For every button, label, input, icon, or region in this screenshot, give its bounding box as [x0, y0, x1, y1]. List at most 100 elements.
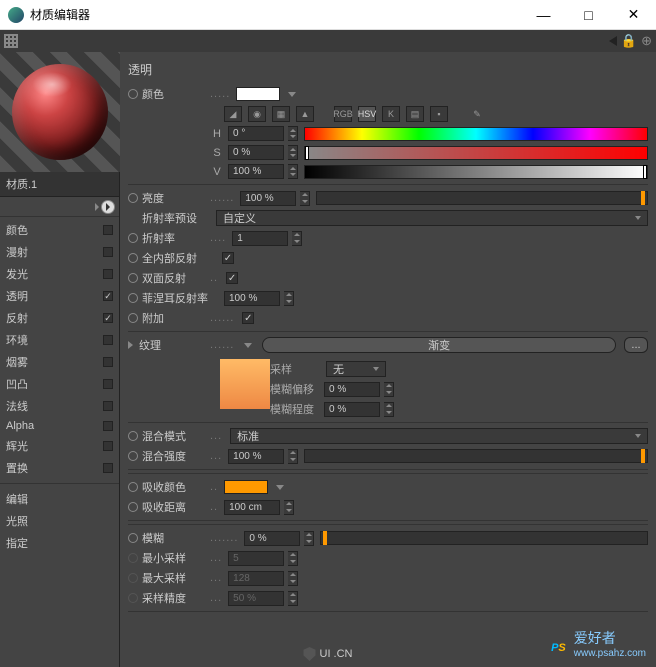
additive-checkbox[interactable] [242, 312, 254, 324]
absorb-color-dropdown-icon[interactable] [276, 485, 284, 490]
channel-fog[interactable]: 烟雾 [0, 351, 119, 373]
channel-diffuse[interactable]: 漫射 [0, 241, 119, 263]
picker-icon[interactable]: ◢ [224, 106, 242, 122]
hsv-button[interactable]: HSV [358, 106, 376, 122]
sample-acc-spinner [288, 591, 298, 606]
absorb-color-swatch[interactable] [224, 480, 268, 494]
k-button[interactable]: K [382, 106, 400, 122]
double-sided-label: 双面反射 [128, 270, 206, 286]
refraction-preset-dropdown[interactable]: 自定义 [216, 210, 648, 226]
spectrum-icon[interactable]: ▦ [272, 106, 290, 122]
val-spinner[interactable] [288, 164, 298, 179]
blur-input[interactable]: 0 % [244, 531, 300, 546]
properties-panel: 透明 颜色 ..... ◢ ◉ ▦ ▲ RGB HSV K ▤ ▪ ✎ [120, 52, 656, 667]
max-samples-input: 128 [228, 571, 284, 586]
hue-spinner[interactable] [288, 126, 298, 141]
absorb-dist-spinner[interactable] [284, 500, 294, 515]
material-preview[interactable] [0, 52, 120, 172]
blend-strength-input[interactable]: 100 % [228, 449, 284, 464]
brightness-slider[interactable] [316, 191, 648, 205]
total-internal-label: 全内部反射 [128, 250, 216, 266]
nav-arrow-icon[interactable] [95, 203, 99, 211]
channel-alpha[interactable]: Alpha [0, 417, 119, 435]
add-icon[interactable]: ⊕ [641, 33, 652, 49]
sat-input[interactable]: 0 % [228, 145, 284, 160]
brightness-input[interactable]: 100 % [240, 191, 296, 206]
material-name[interactable]: 材质.1 [0, 172, 119, 197]
swatches-icon[interactable]: ▪ [430, 106, 448, 122]
refraction-input[interactable]: 1 [232, 231, 288, 246]
nav-target-icon[interactable] [101, 200, 115, 214]
blur-scale-input[interactable]: 0 % [324, 402, 380, 417]
channel-illumination[interactable]: 光照 [0, 510, 119, 532]
blur-spinner[interactable] [304, 531, 314, 546]
sidebar: 材质.1 颜色 漫射 发光 透明 反射 环境 烟雾 凹凸 法线 Alpha 辉光… [0, 52, 120, 667]
refraction-label: 折射率 [128, 230, 206, 246]
watermark: PS 爱好者 www.psahz.com [551, 628, 646, 659]
sampling-dropdown[interactable]: 无 [326, 361, 386, 377]
wheel-icon[interactable]: ◉ [248, 106, 266, 122]
channel-bump[interactable]: 凹凸 [0, 373, 119, 395]
sampling-label: 采样 [270, 361, 320, 377]
texture-dropdown-icon[interactable] [244, 343, 252, 348]
blend-strength-slider[interactable] [304, 449, 648, 463]
shield-icon [304, 647, 316, 661]
close-button[interactable]: ✕ [611, 0, 656, 30]
color-swatch[interactable] [236, 87, 280, 101]
sat-spinner[interactable] [288, 145, 298, 160]
eyedropper-icon[interactable]: ✎ [468, 106, 486, 122]
blur-offset-input[interactable]: 0 % [324, 382, 380, 397]
brightness-spinner[interactable] [300, 191, 310, 206]
channel-glow[interactable]: 辉光 [0, 435, 119, 457]
hue-label: H [210, 128, 224, 140]
texture-label: 纹理 [128, 337, 206, 353]
sample-acc-input: 50 % [228, 591, 284, 606]
val-input[interactable]: 100 % [228, 164, 284, 179]
blend-mode-dropdown[interactable]: 标准 [230, 428, 648, 444]
texture-browse-button[interactable]: ... [624, 337, 648, 353]
sat-slider[interactable] [304, 146, 648, 160]
channel-transparency[interactable]: 透明 [0, 285, 119, 307]
footer-brand: UI .CN [304, 647, 353, 661]
channel-displacement[interactable]: 置换 [0, 457, 119, 479]
channel-normal[interactable]: 法线 [0, 395, 119, 417]
brightness-label: 亮度 [128, 190, 206, 206]
channel-environment[interactable]: 环境 [0, 329, 119, 351]
max-samples-label: 最大采样 [128, 570, 206, 586]
rgb-button[interactable]: RGB [334, 106, 352, 122]
refraction-spinner[interactable] [292, 231, 302, 246]
window-title: 材质编辑器 [30, 6, 521, 23]
fresnel-spinner[interactable] [284, 291, 294, 306]
fresnel-input[interactable]: 100 % [224, 291, 280, 306]
texture-preview[interactable] [220, 359, 270, 409]
val-slider[interactable] [304, 165, 648, 179]
color-dropdown-icon[interactable] [288, 92, 296, 97]
titlebar: 材质编辑器 — □ ✕ [0, 0, 656, 30]
val-label: V [210, 166, 224, 178]
fresnel-label: 菲涅耳反射率 [128, 290, 220, 306]
hue-slider[interactable] [304, 127, 648, 141]
total-internal-checkbox[interactable] [222, 252, 234, 264]
minimize-button[interactable]: — [521, 0, 566, 30]
channel-reflection[interactable]: 反射 [0, 307, 119, 329]
blur-scale-spinner[interactable] [384, 402, 394, 417]
image-icon[interactable]: ▲ [296, 106, 314, 122]
hue-input[interactable]: 0 ° [228, 126, 284, 141]
channel-assignment[interactable]: 指定 [0, 532, 119, 554]
channel-luminance[interactable]: 发光 [0, 263, 119, 285]
absorb-dist-input[interactable]: 100 cm [224, 500, 280, 515]
maximize-button[interactable]: □ [566, 0, 611, 30]
menu-icon[interactable] [4, 34, 18, 48]
mixer-icon[interactable]: ▤ [406, 106, 424, 122]
min-samples-input: 5 [228, 551, 284, 566]
nav-back-icon[interactable] [609, 36, 617, 46]
double-sided-checkbox[interactable] [226, 272, 238, 284]
channel-edit[interactable]: 编辑 [0, 488, 119, 510]
blend-strength-spinner[interactable] [288, 449, 298, 464]
blur-offset-spinner[interactable] [384, 382, 394, 397]
texture-gradient-button[interactable]: 渐变 [262, 337, 616, 353]
blur-slider[interactable] [320, 531, 648, 545]
lock-icon[interactable]: 🔒 [621, 33, 637, 49]
sat-label: S [210, 147, 224, 159]
channel-color[interactable]: 颜色 [0, 219, 119, 241]
